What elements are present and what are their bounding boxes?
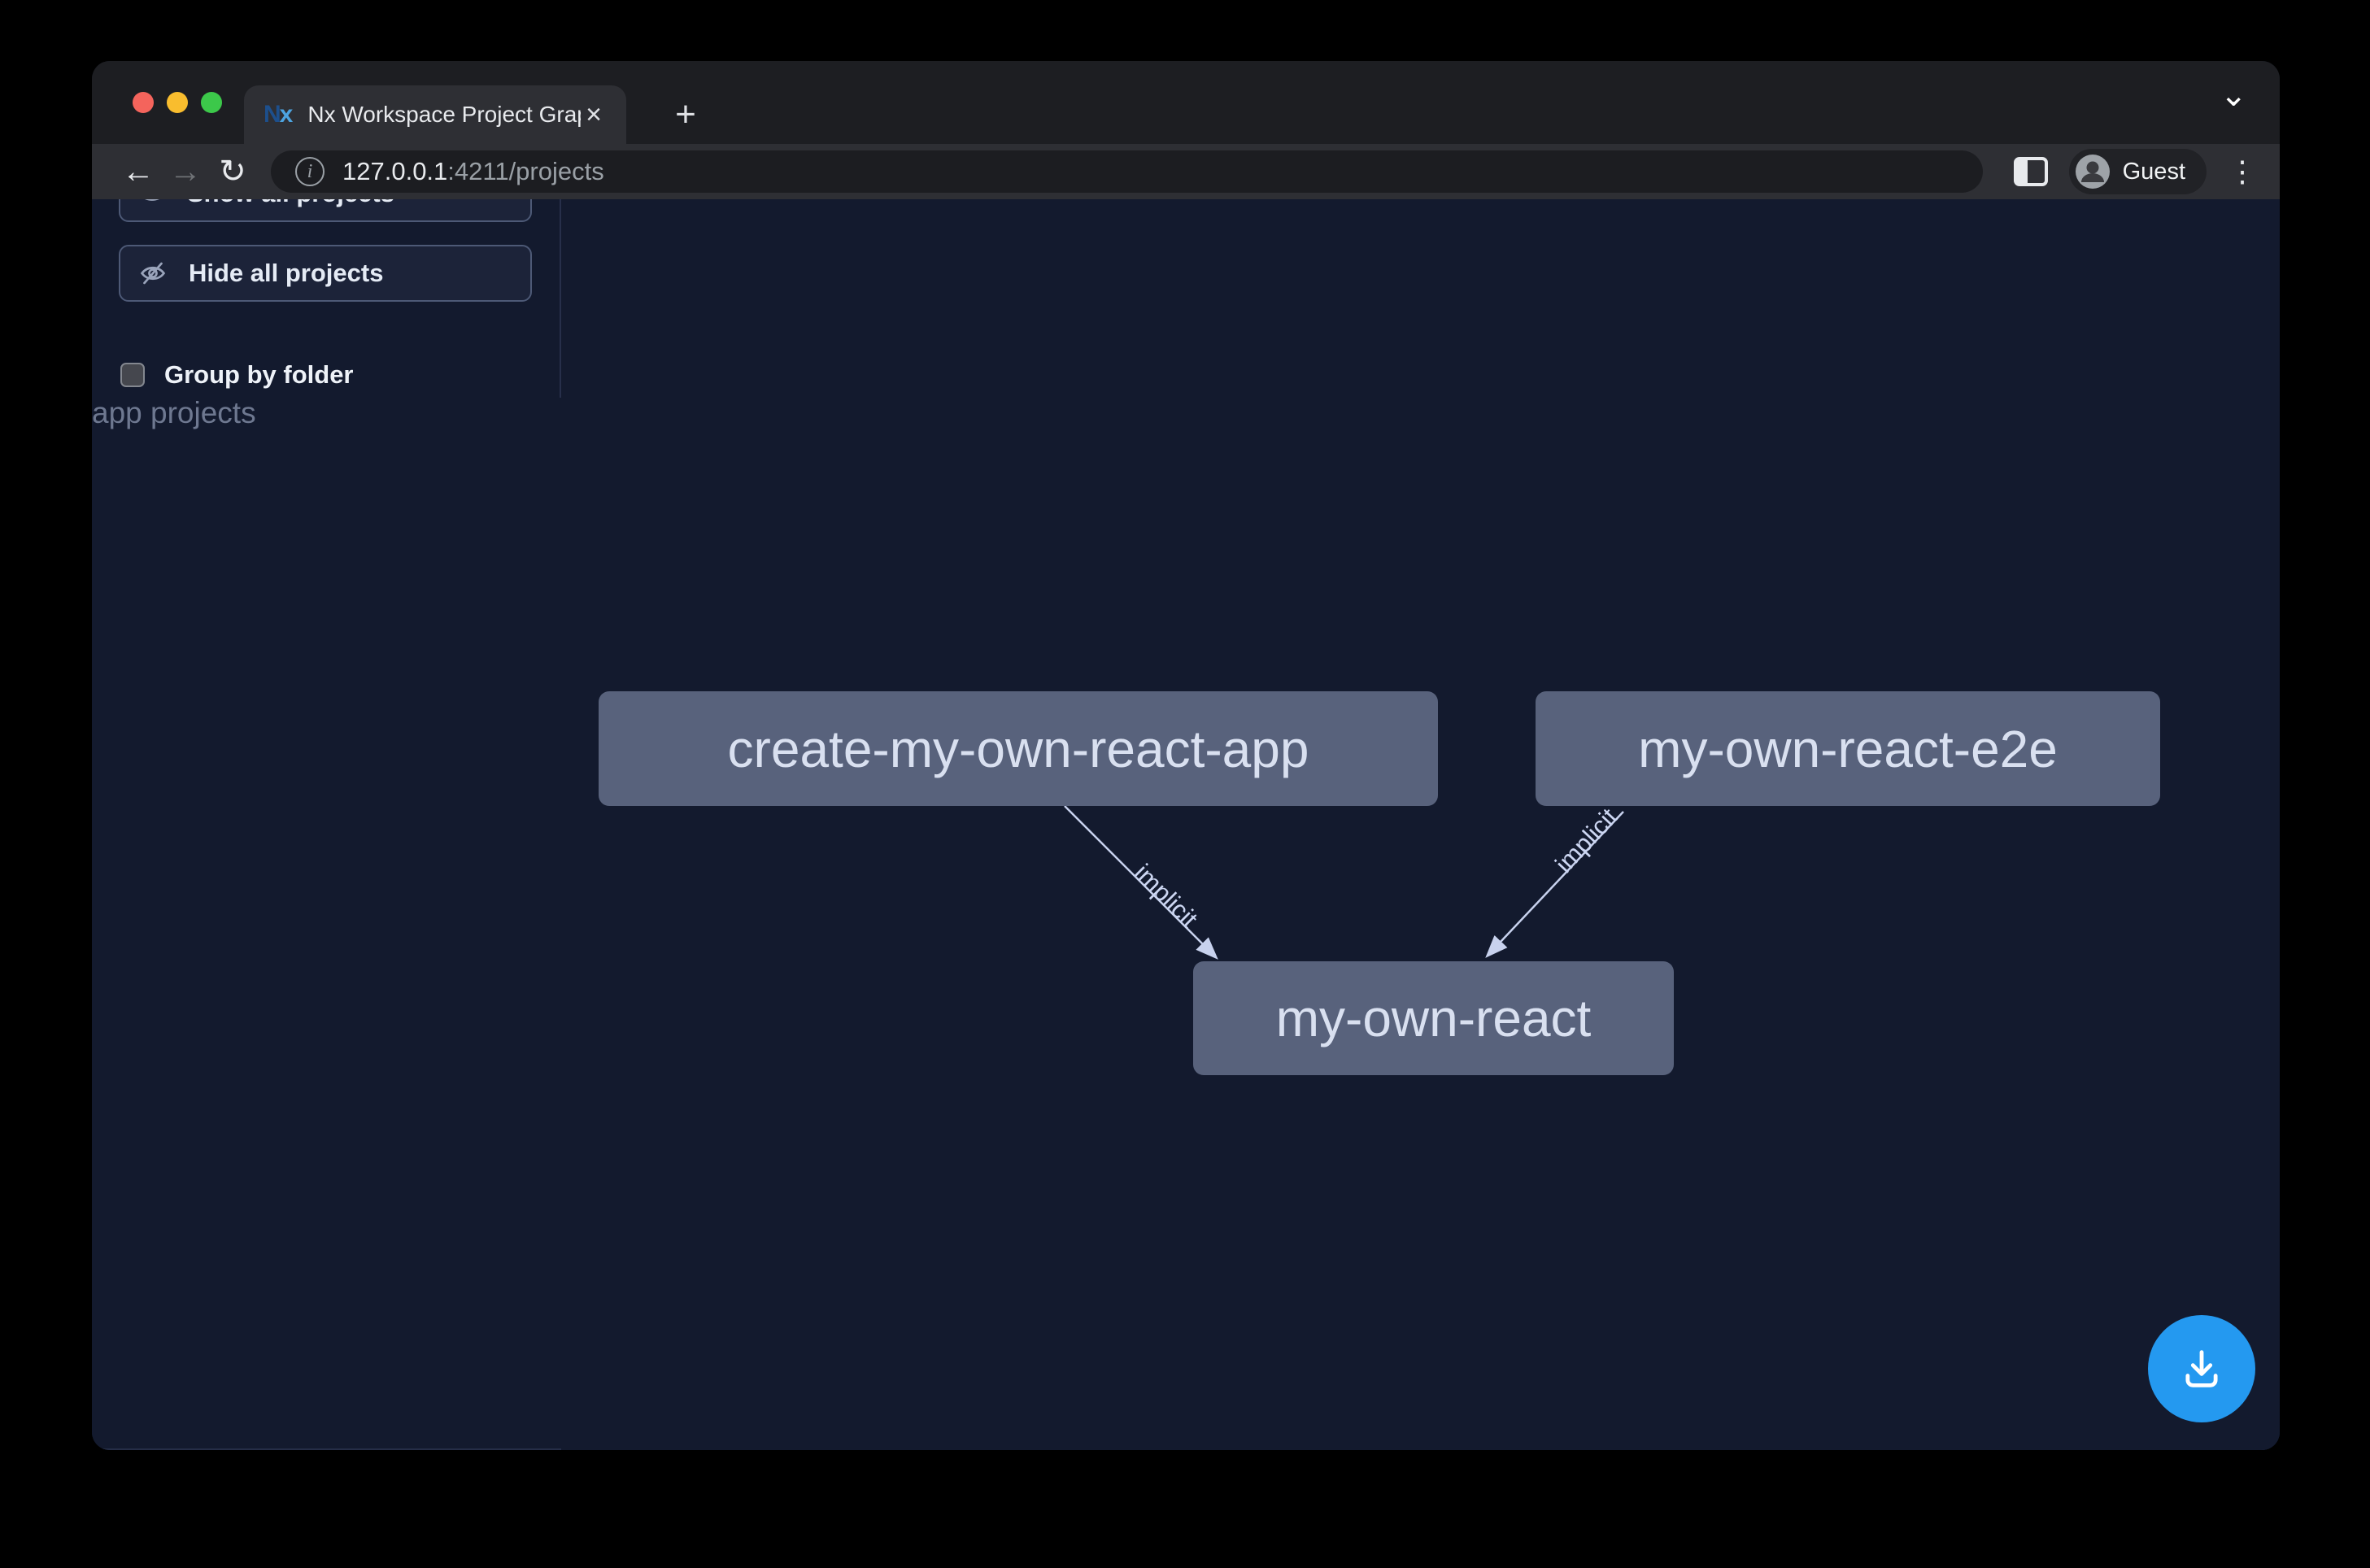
browser-menu-icon[interactable]: ⋮ [2228, 155, 2257, 189]
nx-graph-app: Show all projects Hide all projects Grou… [92, 199, 2280, 1450]
graph-canvas[interactable]: implicit implicit create-my-own-react-ap… [561, 199, 2280, 1450]
tab-search-chevron-icon[interactable]: ⌄ [2220, 85, 2247, 105]
graph-node-my-own-react[interactable]: my-own-react [1193, 961, 1674, 1075]
eye-icon [138, 199, 166, 207]
browser-window: Nx Nx Workspace Project Graph × + ⌄ ← → … [92, 61, 2280, 1450]
group-by-folder-label: Group by folder [164, 360, 354, 390]
section-app-projects: app projects [92, 398, 561, 1450]
profile-button[interactable]: Guest [2069, 149, 2207, 194]
nx-favicon-icon: Nx [264, 101, 291, 128]
download-icon [2177, 1344, 2226, 1393]
forward-button[interactable]: → [162, 148, 209, 195]
eye-off-icon [138, 259, 168, 288]
tab-strip: Nx Nx Workspace Project Graph × + ⌄ [92, 61, 2280, 144]
show-all-label: Show all projects [187, 199, 394, 208]
browser-tab[interactable]: Nx Nx Workspace Project Graph × [244, 85, 626, 144]
reload-button[interactable]: ↻ [209, 148, 256, 195]
site-info-icon[interactable]: i [295, 157, 325, 186]
sidebar: Show all projects Hide all projects Grou… [92, 199, 561, 1450]
download-graph-button[interactable] [2148, 1315, 2255, 1422]
new-tab-button[interactable]: + [661, 90, 710, 139]
side-panel-icon[interactable] [2014, 157, 2048, 186]
graph-node-my-own-react-e2e[interactable]: my-own-react-e2e [1536, 691, 2160, 806]
group-by-folder-checkbox[interactable] [120, 363, 145, 387]
hide-all-label: Hide all projects [189, 259, 383, 288]
url-text: 127.0.0.1:4211/projects [342, 157, 604, 186]
edge-label-implicit: implicit [1549, 803, 1623, 878]
zoom-window-button[interactable] [201, 92, 222, 113]
graph-edges: implicit implicit [561, 199, 2278, 1450]
browser-toolbar: ← → ↻ i 127.0.0.1:4211/projects Guest ⋮ [92, 144, 2280, 199]
minimize-window-button[interactable] [167, 92, 188, 113]
tab-title: Nx Workspace Project Graph [307, 102, 581, 128]
profile-label: Guest [2123, 159, 2185, 185]
back-button[interactable]: ← [115, 148, 162, 195]
close-tab-icon[interactable]: × [581, 101, 607, 128]
hide-all-projects-button[interactable]: Hide all projects [119, 245, 532, 302]
avatar-icon [2076, 155, 2110, 189]
close-window-button[interactable] [133, 92, 154, 113]
graph-node-create-my-own-react-app[interactable]: create-my-own-react-app [599, 691, 1438, 806]
show-all-projects-button[interactable]: Show all projects [119, 199, 532, 222]
edge-label-implicit: implicit [1129, 858, 1204, 933]
traffic-lights [133, 92, 222, 113]
address-bar[interactable]: i 127.0.0.1:4211/projects [271, 150, 1983, 193]
